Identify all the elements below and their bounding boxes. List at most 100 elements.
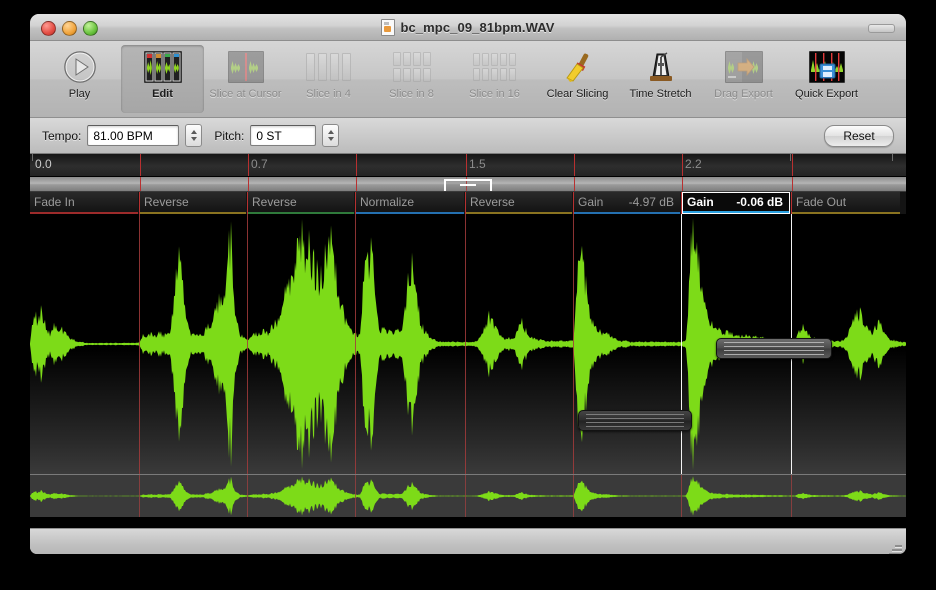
slice-label-bar: Fade In Reverse Reverse Normalize Reverse Gai… <box>30 192 906 214</box>
ruler-slice-marker <box>574 154 575 176</box>
ruler-slice-marker <box>682 154 683 176</box>
tempo-stepper-down-icon[interactable] <box>190 137 197 141</box>
gain-handle-1[interactable] <box>716 338 832 359</box>
drag-export-icon <box>724 49 763 85</box>
gain-handle-grip-line <box>586 414 684 415</box>
pitch-label: Pitch: <box>214 128 245 143</box>
slice-label-0[interactable]: Fade In <box>30 192 138 214</box>
wav-document-icon <box>381 18 396 36</box>
ruler-tick <box>790 154 791 161</box>
toolbar-item-clear-slicing[interactable]: Clear Slicing <box>536 45 619 113</box>
overview-slice-divider <box>247 475 248 517</box>
transport-settings-bar: Tempo: 81.00 BPM Pitch: 0 ST Reset <box>30 118 906 154</box>
ruler-label-0-0: 0.0 <box>35 157 52 171</box>
pitch-stepper-up-icon[interactable] <box>327 130 334 134</box>
edit-waveform-icon <box>143 49 182 85</box>
toolbar-item-edit[interactable]: Edit <box>121 45 204 113</box>
toolbar-item-slice-in-16[interactable]: Slice in 16 <box>453 45 536 113</box>
slice-label-6[interactable]: Gain -0.06 dB <box>682 192 790 214</box>
waveform-slice-divider[interactable] <box>573 214 574 474</box>
slice-effect-value: -0.06 dB <box>736 195 783 209</box>
gain-handle-grip-line <box>586 426 684 427</box>
gain-handle-grip-line <box>586 418 684 419</box>
gain-handle-0[interactable] <box>578 410 692 431</box>
slice-divider <box>573 192 574 214</box>
resize-grip[interactable] <box>888 542 903 554</box>
toolbar-toggle-button[interactable] <box>868 24 895 33</box>
toolbar-item-play[interactable]: Play <box>38 45 121 113</box>
toolbar-item-quick-export[interactable]: Quick Export <box>785 45 868 113</box>
play-circle-icon <box>62 49 98 85</box>
brush-icon <box>561 49 595 85</box>
overview-slice-divider <box>465 475 466 517</box>
waveform-slice-divider[interactable] <box>681 214 682 474</box>
ruler-label-1-5: 1.5 <box>469 157 486 171</box>
ruler-label-0-7: 0.7 <box>251 157 268 171</box>
pitch-stepper[interactable] <box>322 124 340 147</box>
zoom-range-handle[interactable] <box>444 179 492 191</box>
slice-divider <box>681 192 682 214</box>
ruler-slice-marker <box>248 154 249 176</box>
toolbar-label-quick-export: Quick Export <box>795 88 858 100</box>
toolbar-label-slice-in-16: Slice in 16 <box>469 88 520 100</box>
slice-8-icon <box>392 49 431 85</box>
waveform-slice-divider[interactable] <box>139 214 140 474</box>
toolbar-label-time-stretch: Time Stretch <box>629 88 692 100</box>
waveform-editor: 0.0 0.7 1.5 2.2 Fade In Reverse Reverse Normal… <box>30 154 906 528</box>
slice-divider <box>791 192 792 214</box>
gain-handle-grip-line <box>724 354 824 355</box>
gain-handle-grip-line <box>724 346 824 347</box>
toolbar-label-drag-export: Drag Export <box>714 88 773 100</box>
toolbar-item-time-stretch[interactable]: Time Stretch <box>619 45 702 113</box>
ruler-slice-marker <box>792 154 793 176</box>
gain-handle-grip-line <box>724 342 824 343</box>
slice-effect-name: Reverse <box>144 195 189 209</box>
overview-waveform-path <box>30 476 906 516</box>
slice-label-3[interactable]: Normalize <box>356 192 464 214</box>
slice-label-4[interactable]: Reverse <box>466 192 572 214</box>
toolbar-item-slice-in-8[interactable]: Slice in 8 <box>370 45 453 113</box>
slice-label-1[interactable]: Reverse <box>140 192 246 214</box>
overview-slice-divider <box>791 475 792 517</box>
slice-cursor-icon <box>227 49 264 85</box>
gain-handle-grip-line <box>586 422 684 423</box>
slice-color-underline <box>683 211 789 213</box>
time-ruler[interactable]: 0.0 0.7 1.5 2.2 <box>30 154 906 177</box>
slice-label-7[interactable]: Fade Out <box>792 192 900 214</box>
tempo-stepper-up-icon[interactable] <box>190 130 197 134</box>
slice-divider <box>465 192 466 214</box>
pitch-input[interactable]: 0 ST <box>250 125 317 146</box>
overview-slice-divider <box>139 475 140 517</box>
ruler-slice-marker <box>140 154 141 176</box>
waveform-canvas[interactable] <box>30 214 906 474</box>
quick-export-icon <box>808 49 845 85</box>
ruler-slice-marker <box>356 154 357 176</box>
slice-effect-name: Gain <box>687 195 714 209</box>
waveform-slice-divider[interactable] <box>355 214 356 474</box>
tempo-stepper[interactable] <box>185 124 203 147</box>
slice-effect-name: Fade In <box>34 195 75 209</box>
zoomstrip-slice-marker <box>682 177 683 191</box>
tempo-input[interactable]: 81.00 BPM <box>87 125 180 146</box>
waveform-slice-divider[interactable] <box>465 214 466 474</box>
slice-label-2[interactable]: Reverse <box>248 192 354 214</box>
overview-slice-divider <box>573 475 574 517</box>
zoomstrip-slice-marker <box>792 177 793 191</box>
gain-handle-grip-line <box>724 350 824 351</box>
waveform-slice-divider[interactable] <box>247 214 248 474</box>
slice-effect-name: Reverse <box>252 195 297 209</box>
zoom-scroll-strip[interactable] <box>30 177 906 192</box>
toolbar-item-slice-at-cursor[interactable]: Slice at Cursor <box>204 45 287 113</box>
metronome-icon <box>644 49 678 85</box>
pitch-stepper-down-icon[interactable] <box>327 137 334 141</box>
slice-label-5[interactable]: Gain -4.97 dB <box>574 192 680 214</box>
toolbar-item-drag-export[interactable]: Drag Export <box>702 45 785 113</box>
slice-effect-name: Gain <box>578 195 604 209</box>
ruler-slice-marker <box>466 154 467 176</box>
waveform-overview-minimap[interactable] <box>30 474 906 517</box>
title-bar: bc_mpc_09_81bpm.WAV <box>30 14 906 41</box>
slice-effect-name: Normalize <box>360 195 415 209</box>
reset-button[interactable]: Reset <box>824 124 894 147</box>
ruler-tick <box>892 154 893 161</box>
toolbar-item-slice-in-4[interactable]: Slice in 4 <box>287 45 370 113</box>
